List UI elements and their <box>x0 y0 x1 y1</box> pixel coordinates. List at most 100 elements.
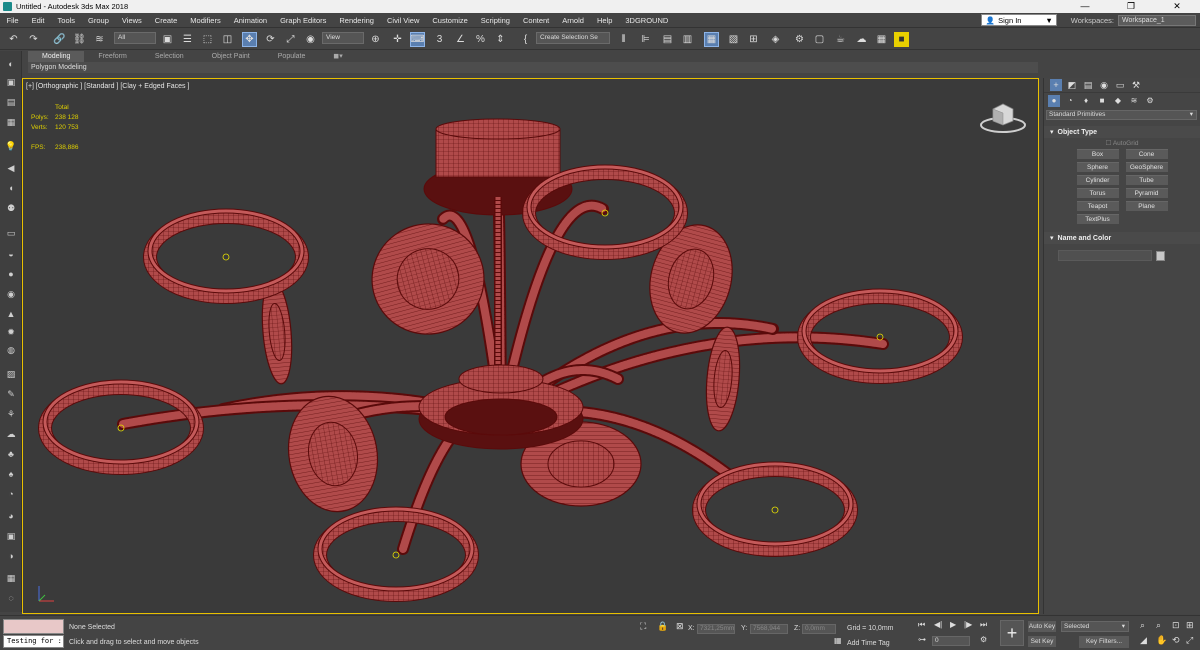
key-filters-button[interactable]: Key Filters... <box>1079 636 1129 648</box>
menu-animation[interactable]: Animation <box>227 13 273 28</box>
rotate-icon[interactable]: ⟳ <box>263 32 278 47</box>
sphere-icon[interactable]: ● <box>3 267 19 281</box>
camera-icon[interactable]: ◀ <box>3 161 19 175</box>
layer-explorer-icon[interactable]: ▥ <box>680 32 695 47</box>
chandelier-model[interactable] <box>23 79 1039 614</box>
layout-grid-icon[interactable]: ▦ <box>3 115 19 129</box>
menu-rendering[interactable]: Rendering <box>333 13 381 28</box>
percent-snap-icon[interactable]: % <box>473 32 488 47</box>
import-icon[interactable]: ▦ <box>3 571 19 585</box>
plane-icon[interactable]: ▭ <box>3 226 19 240</box>
menu-modifiers[interactable]: Modifiers <box>184 13 227 28</box>
bind-space-warp-icon[interactable]: ≋ <box>92 32 107 47</box>
absolute-mode-icon[interactable]: ⊠ <box>676 621 684 632</box>
move-icon[interactable]: ✥ <box>242 32 257 47</box>
keyboard-shortcut-override-icon[interactable]: ⌨ <box>410 32 425 47</box>
systems-icon[interactable]: ⚙ <box>1144 95 1156 107</box>
zoom-icon[interactable]: ⌕ <box>1140 620 1145 631</box>
rendered-frame-window-icon[interactable]: ▢ <box>812 32 827 47</box>
lights-icon[interactable]: ♦ <box>1080 95 1092 107</box>
viewcube-icon[interactable] <box>978 97 1028 137</box>
eye-icon[interactable]: ◉ <box>3 287 19 301</box>
cone-icon[interactable]: ▲ <box>3 307 19 321</box>
geosphere-button[interactable]: GeoSphere <box>1125 162 1168 172</box>
menu-graph-editors[interactable]: Graph Editors <box>274 13 333 28</box>
ribbon-tab-modeling[interactable]: Modeling <box>28 51 85 62</box>
ribbon-tab-populate[interactable]: Populate <box>264 51 320 62</box>
menu-file[interactable]: File <box>0 13 25 28</box>
select-manipulate-icon[interactable]: ✛ <box>390 32 405 47</box>
auto-key-button[interactable]: Auto Key <box>1028 621 1056 632</box>
utilities-tab-icon[interactable]: ⚒ <box>1130 79 1142 91</box>
gamepad-icon[interactable]: ⚉ <box>3 201 19 215</box>
menu-content[interactable]: Content <box>516 13 555 28</box>
named-selection-dropdown[interactable]: Create Selection Se <box>536 32 610 44</box>
angle-snap-icon[interactable]: ∠ <box>453 32 468 47</box>
render-cloud-icon[interactable]: ▦ <box>874 32 889 47</box>
pyramid-button[interactable]: Pyramid <box>1125 188 1168 198</box>
add-time-tag-button[interactable]: Add Time Tag <box>847 640 890 647</box>
name-color-header[interactable]: ▾ Name and Color <box>1044 232 1200 244</box>
scene-explorer-icon[interactable]: ▤ <box>660 32 675 47</box>
cameras-icon[interactable]: ■ <box>1096 95 1108 107</box>
ribbon-tab-selection[interactable]: Selection <box>141 51 198 62</box>
mini-listener-output[interactable] <box>3 619 64 634</box>
render-iterative-icon[interactable]: ☁ <box>854 32 869 47</box>
helpers-icon[interactable]: ◆ <box>1112 95 1124 107</box>
maximize-viewport-icon[interactable]: ⤢ <box>1186 635 1193 646</box>
toggle-ribbon-icon[interactable]: ▦ <box>704 32 719 47</box>
close-button[interactable]: ✕ <box>1154 0 1200 13</box>
schematic-view-icon[interactable]: ⊞ <box>746 32 761 47</box>
key-mode-icon[interactable]: ⊶ <box>918 635 926 644</box>
tube-button[interactable]: Tube <box>1125 175 1168 185</box>
dome-icon[interactable]: ◒ <box>3 247 19 261</box>
light-icon[interactable]: 💡 <box>3 139 19 153</box>
ribbon-options-icon[interactable]: ◼▾ <box>319 51 356 62</box>
placement-icon[interactable]: ◉ <box>303 32 318 47</box>
sun-icon[interactable]: ✹ <box>3 325 19 339</box>
snaps-toggle-icon[interactable]: 3 <box>432 32 447 47</box>
menu-civil-view[interactable]: Civil View <box>380 13 425 28</box>
set-keys-icon[interactable]: + <box>1000 620 1024 646</box>
geometry-icon[interactable]: ● <box>1048 94 1060 107</box>
menu-views[interactable]: Views <box>115 13 148 28</box>
box-button[interactable]: Box <box>1076 149 1119 159</box>
disc-icon[interactable]: ◍ <box>3 343 19 357</box>
menu-tools[interactable]: Tools <box>51 13 82 28</box>
brain-icon[interactable]: ☁ <box>3 427 19 441</box>
select-by-name-icon[interactable]: ☰ <box>180 32 195 47</box>
plugin-icon[interactable]: ■ <box>894 32 909 47</box>
bones-icon[interactable]: ⚘ <box>3 407 19 421</box>
menu-group[interactable]: Group <box>82 13 116 28</box>
scale-icon[interactable]: ⤢ <box>283 32 298 47</box>
mirror-icon[interactable]: ⫴ <box>616 32 631 47</box>
render-production-icon[interactable]: ☕ <box>833 32 848 47</box>
align-icon[interactable]: ⊫ <box>638 32 653 47</box>
reference-coordinate-dropdown[interactable]: View <box>322 32 364 44</box>
x-coordinate-field[interactable]: 7321,25mm <box>697 624 735 634</box>
menu-arnold[interactable]: Arnold <box>556 13 591 28</box>
scene-icon[interactable]: ◑ <box>3 549 19 563</box>
ribbon-panel-polygon-modeling[interactable]: Polygon Modeling <box>28 62 1038 73</box>
sign-in-button[interactable]: 👤 Sign In ▼ <box>980 14 1057 26</box>
menu-create[interactable]: Create <box>148 13 184 28</box>
material-editor-icon[interactable]: ◈ <box>768 32 783 47</box>
pivot-center-icon[interactable]: ⊕ <box>368 32 383 47</box>
object-color-swatch[interactable] <box>1156 250 1165 261</box>
motion-tab-icon[interactable]: ◉ <box>1098 79 1110 91</box>
maxscript-listener-input[interactable]: Testing for : <box>3 635 64 648</box>
space-warps-icon[interactable]: ≋ <box>1128 95 1140 107</box>
zoom-extents-all-icon[interactable]: ⊞ <box>1186 620 1194 631</box>
object-type-header[interactable]: ▾ Object Type <box>1044 126 1200 138</box>
undo-icon[interactable]: ↶ <box>6 32 21 47</box>
render-setup-icon[interactable]: ⚙ <box>792 32 807 47</box>
minimize-button[interactable]: — <box>1062 0 1108 13</box>
layout-icon[interactable]: ▣ <box>3 75 19 89</box>
lock-selection-icon[interactable]: 🔒 <box>657 621 668 632</box>
container-icon[interactable]: ▣ <box>3 529 19 543</box>
orbit-icon[interactable]: ⟲ <box>1172 635 1180 646</box>
zoom-extents-icon[interactable]: ⊡ <box>1172 620 1180 631</box>
menu-edit[interactable]: Edit <box>25 13 51 28</box>
z-coordinate-field[interactable]: 0,0mm <box>802 624 836 634</box>
redo-icon[interactable]: ↷ <box>26 32 41 47</box>
